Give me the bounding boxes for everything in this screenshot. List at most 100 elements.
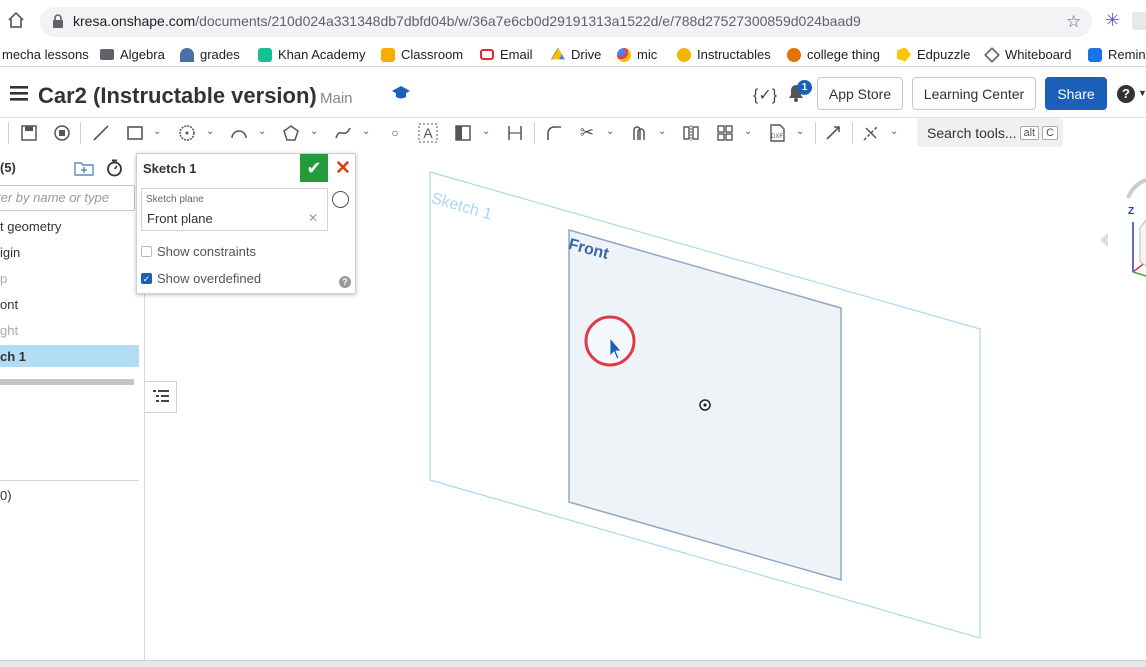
trim-tool-icon[interactable]: ✂ — [576, 122, 598, 144]
lock-icon[interactable] — [52, 14, 64, 34]
parts-count[interactable]: 0) — [0, 488, 12, 503]
bookmark-classroom[interactable]: Classroom — [381, 47, 463, 62]
feature-item-top[interactable]: p — [0, 271, 7, 286]
view-rotate-arrow-icon[interactable] — [1126, 178, 1146, 199]
share-button[interactable]: Share — [1045, 77, 1107, 110]
spline-tool-icon[interactable] — [332, 122, 354, 144]
import-dxf-icon[interactable]: DXF — [766, 122, 788, 144]
offset-tool-icon[interactable] — [628, 122, 650, 144]
view-cube-edge[interactable] — [1139, 219, 1146, 267]
transform-tool-icon[interactable] — [822, 122, 844, 144]
accept-checkmark-icon[interactable]: ✔ — [300, 154, 328, 182]
bookmark-khan-academy[interactable]: Khan Academy — [258, 47, 365, 62]
circle-tool-icon[interactable] — [176, 122, 198, 144]
chevron-down-icon[interactable]: ⌄ — [796, 126, 804, 137]
document-title[interactable]: Car2 (Instructable version) — [38, 83, 317, 109]
chevron-down-icon[interactable]: ⌄ — [744, 126, 752, 137]
chevron-down-icon[interactable]: ⌄ — [310, 126, 318, 137]
chevron-down-icon[interactable]: ⌄ — [206, 126, 214, 137]
branch-name[interactable]: Main — [320, 90, 353, 107]
tab-strip[interactable] — [0, 660, 1146, 667]
rollback-timer-icon[interactable] — [106, 159, 123, 182]
bookmark-label: mecha lessons — [2, 47, 89, 62]
sketch-plane-view-icon[interactable] — [51, 122, 73, 144]
sketch-toolbar: ⌄ ⌄ ⌄ ⌄ ⌄ ○ A ⌄ ✂ ⌄ ⌄ ⌄ DXF ⌄ ⌄ Search t… — [0, 118, 1146, 148]
arc-tool-icon[interactable] — [228, 122, 250, 144]
feature-item-right[interactable]: ght — [0, 323, 18, 338]
show-overdefined-toggle[interactable]: ✓ Show overdefined — [141, 271, 261, 286]
chevron-down-icon[interactable]: ⌄ — [658, 126, 666, 137]
dimension-tool-icon[interactable] — [504, 122, 526, 144]
rectangle-tool-icon[interactable] — [124, 122, 146, 144]
pattern-tool-icon[interactable] — [714, 122, 736, 144]
construction-tool-icon[interactable] — [860, 122, 882, 144]
text-tool-icon[interactable]: A — [417, 122, 439, 144]
feature-item-front[interactable]: ont — [0, 297, 18, 312]
profile-icon[interactable] — [1132, 12, 1146, 30]
bookmark-college-thing[interactable]: college thing — [787, 47, 880, 62]
point-tool-icon[interactable]: ○ — [384, 122, 406, 144]
feature-item-sketch-1[interactable]: ch 1 — [0, 345, 139, 367]
clear-selection-icon[interactable]: ✕ — [308, 211, 318, 225]
bookmark-label: college thing — [807, 47, 880, 62]
graduation-cap-icon[interactable] — [391, 85, 411, 106]
history-clock-icon[interactable] — [332, 191, 349, 208]
search-tools-input[interactable]: Search tools... alt C — [917, 118, 1063, 147]
bookmark-drive[interactable]: Drive — [551, 47, 601, 62]
sketch-save-icon[interactable] — [18, 122, 40, 144]
cancel-close-icon[interactable]: ✕ — [332, 156, 354, 180]
use-tool-icon[interactable] — [452, 122, 474, 144]
bookmark-mic[interactable]: mic — [617, 47, 657, 62]
bookmark-instructables[interactable]: Instructables — [677, 47, 771, 62]
bookmark-edpuzzle[interactable]: Edpuzzle — [897, 47, 970, 62]
feature-item-origin[interactable]: igin — [0, 245, 20, 260]
chevron-down-icon[interactable]: ⌄ — [153, 126, 161, 137]
toolbar-divider — [815, 122, 816, 144]
show-constraints-toggle[interactable]: Show constraints — [141, 244, 256, 259]
feature-list-toggle-icon[interactable] — [145, 381, 177, 413]
show-overdefined-checkbox[interactable]: ✓ — [141, 273, 152, 284]
bookmark-grades[interactable]: grades — [180, 47, 240, 62]
bookmark-label: mic — [637, 47, 658, 62]
bookmark-mecha-lessons[interactable]: mecha lessons — [2, 47, 89, 62]
view-cube-left-arrow-icon[interactable] — [1100, 233, 1108, 247]
variables-icon[interactable]: {✓} — [753, 85, 777, 105]
bookmark-label: Remin — [1108, 47, 1146, 62]
shortcut-key: C — [1042, 125, 1059, 140]
bookmark-algebra[interactable]: Algebra — [100, 47, 165, 62]
toolbar-divider — [8, 122, 9, 144]
polygon-tool-icon[interactable] — [280, 122, 302, 144]
learning-center-button[interactable]: Learning Center — [912, 77, 1036, 110]
fillet-tool-icon[interactable] — [543, 122, 565, 144]
origin-dot — [703, 403, 707, 407]
chevron-down-icon[interactable]: ⌄ — [606, 126, 614, 137]
help-icon[interactable]: ? — [339, 276, 351, 288]
extension-icon[interactable]: ✳ — [1105, 10, 1120, 31]
bookmark-email[interactable]: Email — [480, 47, 533, 62]
bookmark-star-icon[interactable]: ☆ — [1066, 12, 1081, 32]
bookmark-whiteboard[interactable]: Whiteboard — [984, 46, 1071, 63]
feature-item-default-geometry[interactable]: t geometry — [0, 219, 61, 234]
help-icon[interactable]: ? — [1117, 85, 1135, 103]
mirror-tool-icon[interactable] — [680, 122, 702, 144]
feature-list-scrollbar[interactable] — [0, 379, 134, 385]
help-dropdown-icon[interactable]: ▼ — [1138, 88, 1146, 98]
home-icon[interactable] — [7, 11, 25, 34]
sketch-plane-selector[interactable]: Sketch plane Front plane ✕ — [141, 188, 328, 231]
chevron-down-icon[interactable]: ⌄ — [362, 126, 370, 137]
menu-icon[interactable] — [10, 85, 28, 106]
feature-filter-input[interactable]: ter by name or type — [0, 185, 135, 211]
college-icon — [787, 47, 801, 62]
url-host: kresa.onshape.com — [73, 13, 196, 29]
show-constraints-checkbox[interactable] — [141, 246, 152, 257]
chevron-down-icon[interactable]: ⌄ — [890, 126, 898, 137]
chevron-down-icon[interactable]: ⌄ — [482, 126, 490, 137]
add-folder-icon[interactable] — [74, 160, 94, 181]
chevron-down-icon[interactable]: ⌄ — [258, 126, 266, 137]
sketch-dialog: Sketch 1 ✔ ✕ Sketch plane Front plane ✕ … — [136, 153, 356, 294]
triad-z-label: Z — [1128, 206, 1135, 217]
line-tool-icon[interactable] — [90, 122, 112, 144]
app-store-button[interactable]: App Store — [817, 77, 903, 110]
url-text: kresa.onshape.com/documents/210d024a3313… — [73, 13, 861, 29]
bookmark-remind[interactable]: Remin — [1088, 47, 1146, 62]
